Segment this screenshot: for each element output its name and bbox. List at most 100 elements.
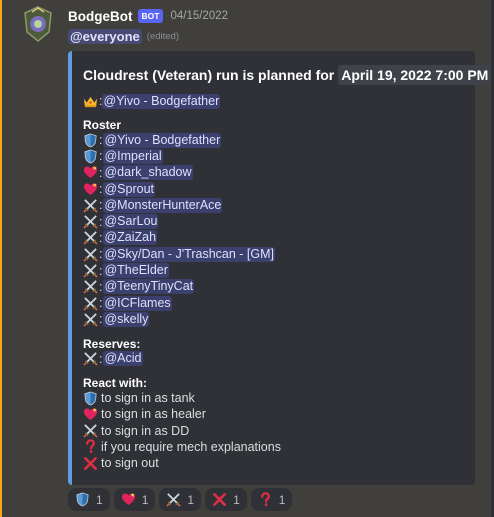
reserves-title: Reserves: (83, 336, 141, 351)
user-mention[interactable]: @Imperial (103, 148, 163, 164)
reaction-count: 1 (187, 492, 195, 507)
raid-leader: : @Yivo - Bodgefather (83, 92, 463, 110)
crossed-swords-icon (83, 296, 98, 311)
colon: : (99, 214, 103, 229)
react-instruction-text: to sign in as DD (101, 423, 190, 438)
roster-entry: : @TheElder (83, 262, 463, 279)
crossed-swords-icon (83, 423, 98, 438)
user-mention[interactable]: @SarLou (103, 214, 159, 230)
shield-icon (83, 391, 98, 406)
react-instruction-text: to sign in as healer (101, 407, 206, 422)
cross-mark-icon (212, 492, 227, 507)
reaction-crossed-swords[interactable]: 1 (159, 488, 202, 511)
user-mention[interactable]: @Yivo - Bodgefather (103, 132, 222, 148)
question-icon (83, 439, 98, 454)
cross-mark-icon (83, 456, 98, 471)
react-instruction-text: to sign out (101, 456, 159, 471)
roster-entry: : @Acid (83, 351, 463, 367)
heart-icon (83, 165, 98, 180)
reactions-bar: 1 1 1 1 1 (68, 488, 293, 511)
colon: : (99, 230, 103, 245)
crossed-swords-icon (83, 230, 98, 246)
react-instruction: to sign in as tank (83, 390, 463, 406)
user-mention[interactable]: @Sprout (103, 181, 156, 197)
react-instruction: to sign out (83, 455, 463, 471)
avatar[interactable] (22, 6, 54, 42)
crossed-swords-icon (83, 351, 98, 366)
colon: : (99, 247, 103, 262)
crown-icon (83, 94, 98, 109)
shield-icon (83, 133, 98, 148)
crossed-swords-icon (83, 214, 98, 229)
shield-icon (83, 149, 98, 164)
shield-icon (75, 492, 90, 507)
user-mention[interactable]: @TheElder (103, 263, 169, 279)
user-mention[interactable]: @ICFlames (103, 295, 172, 311)
react-instruction: if you require mech explanations (83, 439, 463, 455)
reaction-cross-mark[interactable]: 1 (205, 488, 247, 511)
user-mention[interactable]: @MonsterHunterAce (103, 197, 223, 213)
user-mention[interactable]: @ZaiZah (103, 230, 158, 246)
heart-icon (121, 492, 136, 507)
roster-entry: : @Sprout (83, 181, 463, 197)
crossed-swords-icon (83, 279, 98, 294)
react-instruction-text: to sign in as tank (101, 391, 195, 405)
roster-entry: : @SarLou (83, 213, 463, 230)
react-instruction-text: if you require mech explanations (101, 439, 281, 454)
username[interactable]: BodgeBot (68, 9, 133, 24)
colon: : (99, 182, 103, 197)
colon: : (99, 149, 103, 164)
colon: : (99, 351, 103, 366)
heart-icon (83, 407, 98, 422)
embed: Cloudrest (Veteran) run is planned for A… (68, 51, 492, 485)
crossed-swords-icon (83, 198, 98, 213)
roster-entry: : @Sky/Dan - J'Trashcan - [GM] (83, 246, 463, 262)
react-instructions: to sign in as tank to sign in as healer to… (83, 390, 463, 471)
roster-entry: : @Imperial (83, 148, 463, 164)
roster-list: : @Yivo - Bodgefather: @Imperial: @dark_sha… (83, 132, 463, 328)
colon: : (99, 279, 103, 294)
crossed-swords-icon (166, 492, 182, 507)
reaction-count: 1 (141, 492, 149, 507)
reaction-count: 1 (96, 492, 103, 507)
user-mention[interactable]: @skelly (103, 311, 150, 327)
crossed-swords-icon (83, 263, 98, 278)
question-icon (258, 492, 273, 507)
roster-entry: : @Yivo - Bodgefather (83, 132, 463, 148)
reaction-heart[interactable]: 1 (113, 488, 156, 511)
message-header: BodgeBot BOT 04/15/2022 (68, 7, 228, 25)
message-content: @everyone (edited) (68, 27, 179, 45)
user-mention[interactable]: @dark_shadow (103, 165, 193, 181)
reaction-shield[interactable]: 1 (68, 488, 110, 511)
reaction-count: 1 (233, 492, 240, 507)
crossed-swords-icon (83, 247, 98, 262)
colon: : (99, 198, 103, 213)
reaction-count: 1 (278, 492, 286, 507)
react-instruction: to sign in as healer (83, 406, 463, 422)
leader-mention[interactable]: @Yivo - Bodgefather (102, 93, 221, 109)
roster-entry: : @ZaiZah (83, 230, 463, 246)
embed-title-text: Cloudrest (Veteran) run is planned for (83, 67, 335, 83)
embed-title: Cloudrest (Veteran) run is planned for A… (83, 63, 492, 87)
colon: : (99, 133, 103, 148)
react-title: React with: (83, 375, 148, 390)
roster-title: Roster (83, 118, 122, 132)
edited-label: (edited) (146, 30, 179, 42)
colon: : (99, 165, 103, 180)
user-mention[interactable]: @TeenyTinyCat (103, 279, 195, 295)
react-instruction: to sign in as DD (83, 422, 463, 438)
reserves-list: : @Acid (83, 351, 463, 367)
everyone-mention[interactable]: @everyone (68, 28, 142, 44)
roster-entry: : @dark_shadow (83, 165, 463, 181)
embed-title-date[interactable]: April 19, 2022 7:00 PM (338, 65, 492, 85)
colon: : (99, 312, 103, 327)
roster-entry: : @ICFlames (83, 295, 463, 311)
crossed-swords-icon (83, 312, 98, 327)
timestamp[interactable]: 04/15/2022 (170, 10, 228, 22)
roster-entry: : @TeenyTinyCat (83, 279, 463, 295)
roster-entry: : @MonsterHunterAce (83, 197, 463, 213)
user-mention[interactable]: @Acid (103, 351, 143, 367)
heart-icon (83, 182, 98, 197)
reaction-question[interactable]: 1 (250, 488, 293, 511)
user-mention[interactable]: @Sky/Dan - J'Trashcan - [GM] (103, 246, 275, 262)
